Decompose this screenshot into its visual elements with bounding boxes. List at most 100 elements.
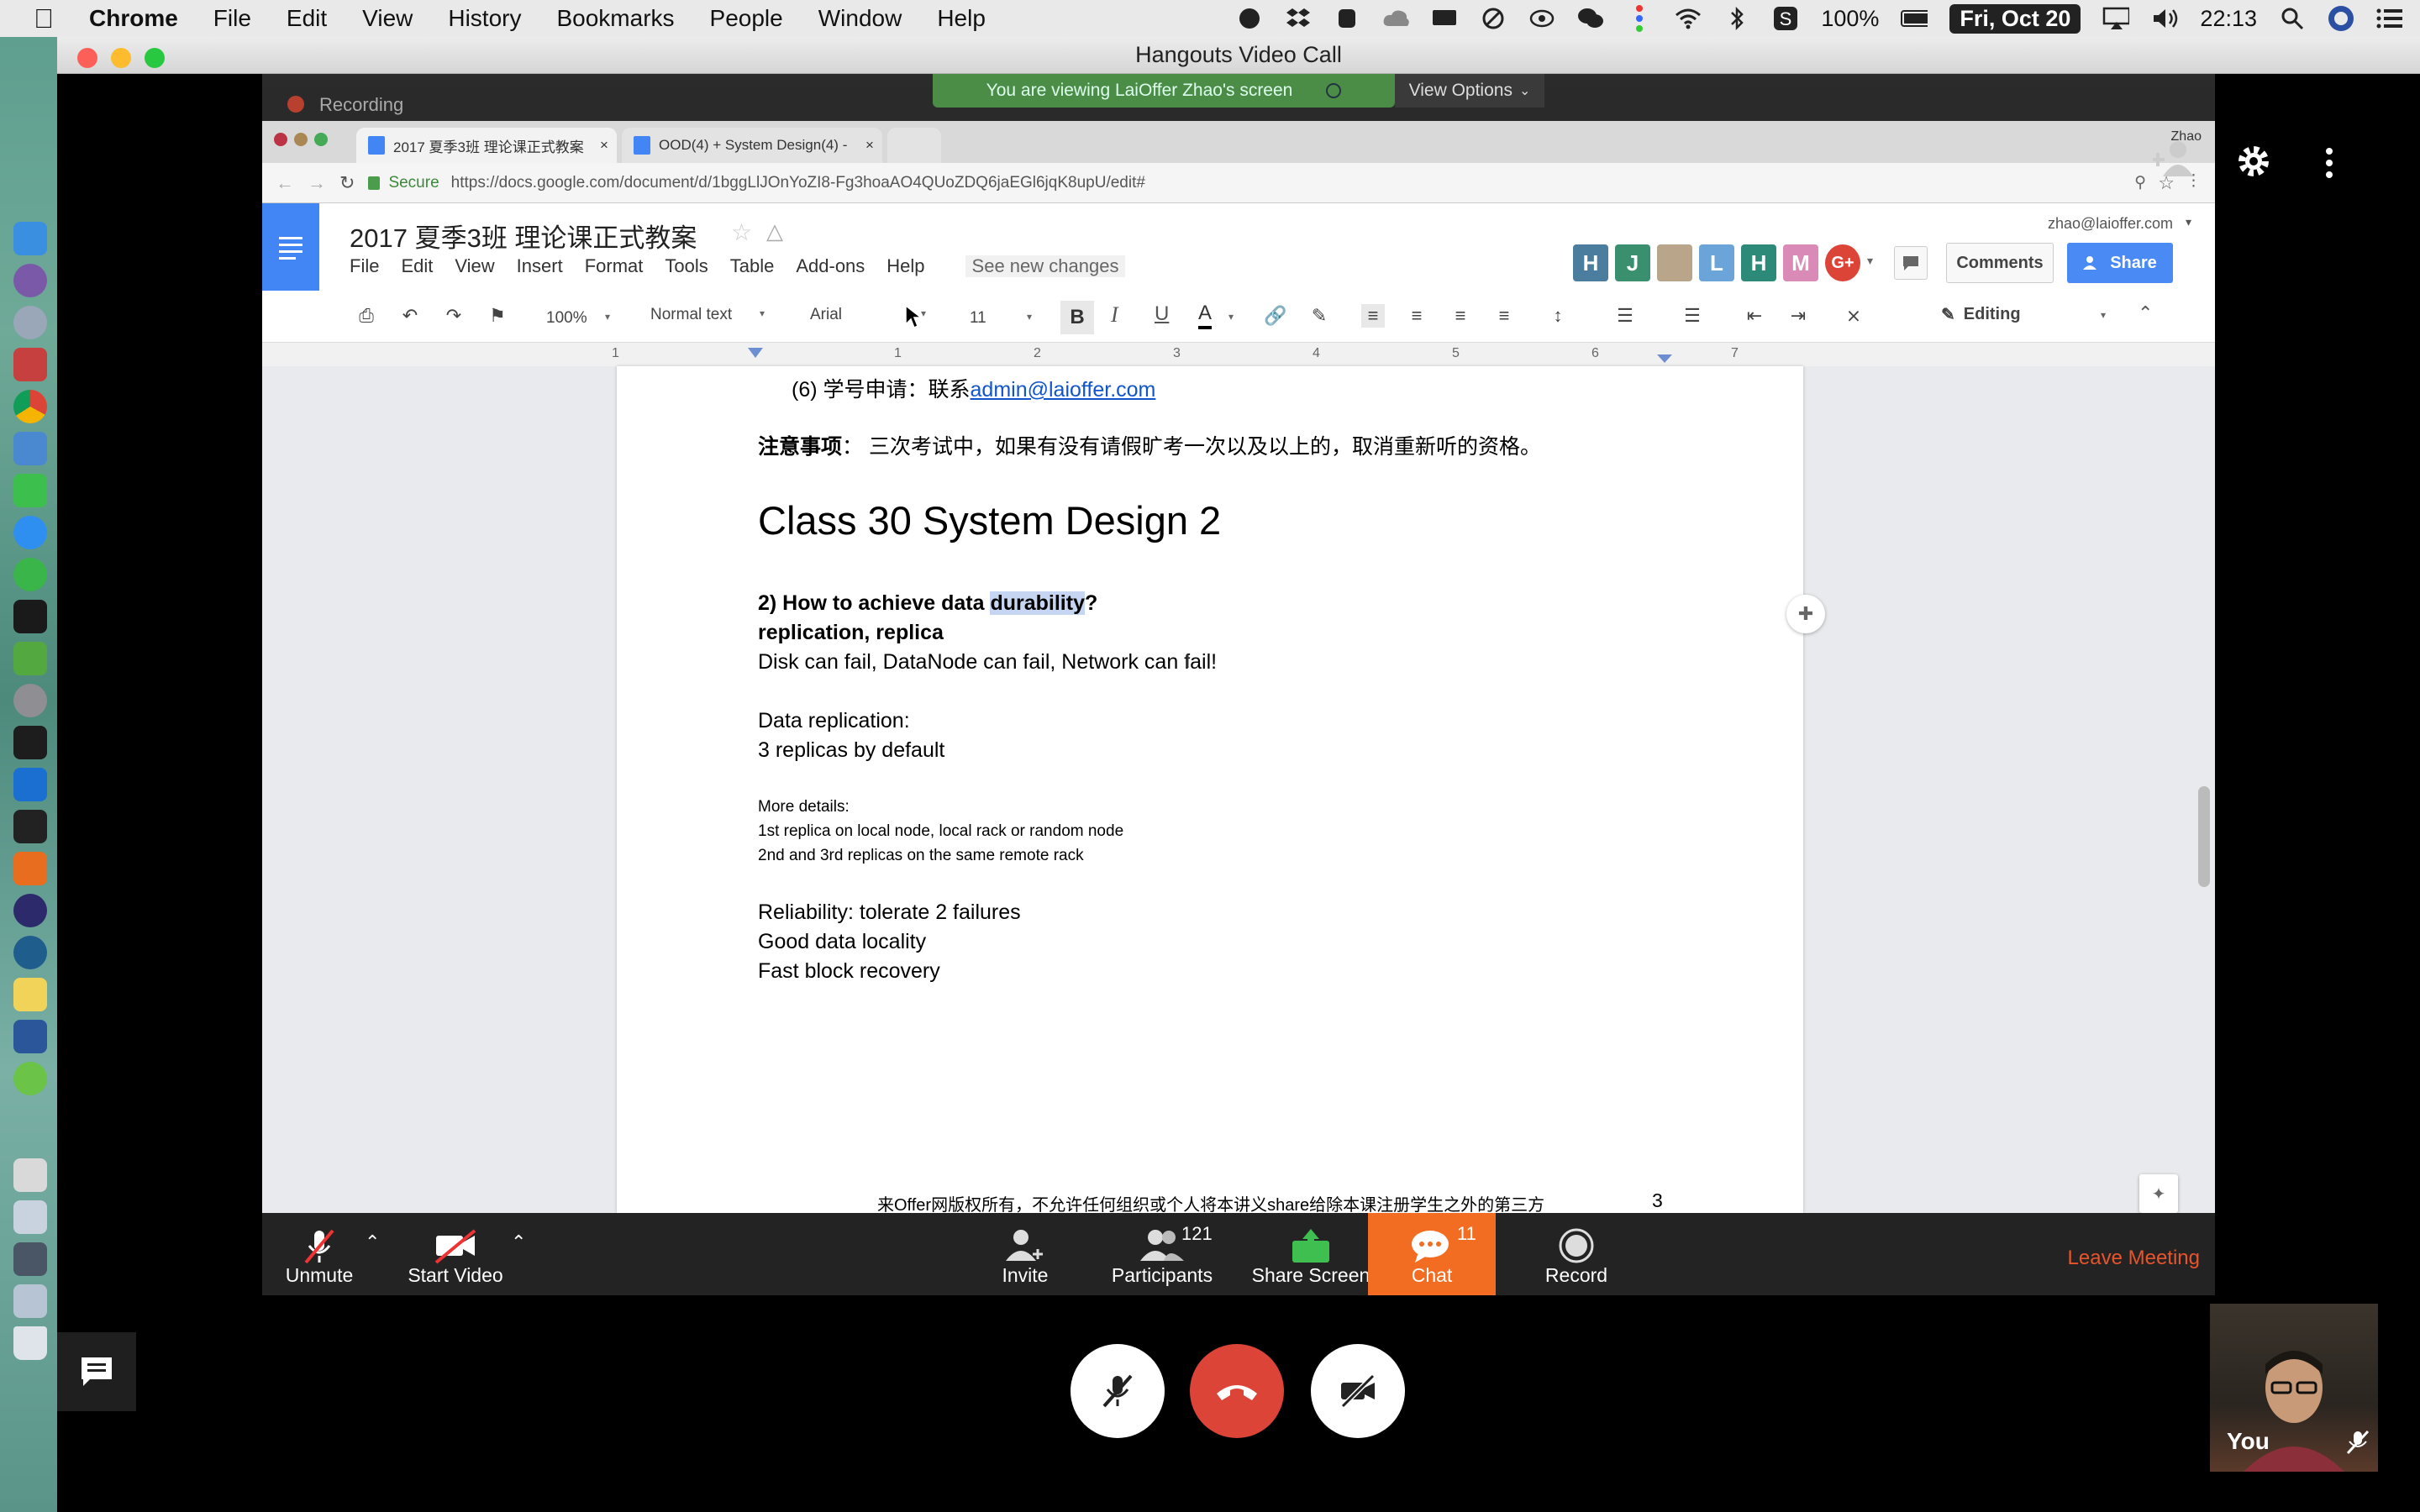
- stickies-dock-icon[interactable]: [13, 978, 47, 1011]
- launchpad-dock-icon[interactable]: [13, 306, 47, 339]
- notification-center-icon[interactable]: [2376, 5, 2403, 32]
- bluetooth-icon[interactable]: [1723, 5, 1750, 32]
- more-options-icon[interactable]: [2323, 146, 2336, 180]
- dropbox-icon[interactable]: [1285, 5, 1312, 32]
- align-right-icon[interactable]: ≡: [1449, 304, 1472, 328]
- close-dot-icon[interactable]: [274, 133, 287, 146]
- video-options-chevron-icon[interactable]: ⌃: [511, 1231, 526, 1253]
- self-view-video[interactable]: You: [2210, 1304, 2378, 1472]
- record-button[interactable]: Record: [1519, 1213, 1634, 1295]
- messages-dock-icon[interactable]: [13, 516, 47, 549]
- see-new-changes-link[interactable]: See new changes: [965, 255, 1126, 277]
- audio-options-chevron-icon[interactable]: ⌃: [365, 1231, 380, 1253]
- add-comment-float-button[interactable]: ✚: [1786, 595, 1825, 633]
- menu-view[interactable]: View: [362, 5, 413, 32]
- underline-icon[interactable]: U: [1155, 302, 1169, 326]
- view-options-button[interactable]: View Options ⌄: [1395, 74, 1544, 108]
- hangouts-camera-button[interactable]: [1311, 1344, 1405, 1438]
- collapse-toolbar-icon[interactable]: ⌃: [2138, 302, 2153, 324]
- webstorm-dock-icon[interactable]: [13, 768, 47, 801]
- pycharm-dock-icon[interactable]: [13, 726, 47, 759]
- menu-bookmarks[interactable]: Bookmarks: [556, 5, 674, 32]
- doc-scrollbar[interactable]: [2198, 786, 2210, 887]
- docs-menu-help[interactable]: Help: [886, 255, 924, 277]
- terminal-dock-icon[interactable]: [13, 600, 47, 633]
- minimize-dot-icon[interactable]: [294, 133, 308, 146]
- italic-icon[interactable]: I: [1111, 302, 1118, 328]
- account-email[interactable]: zhao@laioffer.com: [2048, 215, 2173, 233]
- settings-gear-icon[interactable]: [2235, 143, 2272, 180]
- s-app-icon[interactable]: S: [1772, 5, 1799, 32]
- collaborator-avatar-h2[interactable]: H: [1741, 244, 1776, 281]
- document-dock-icon[interactable]: [13, 1158, 47, 1192]
- siri-dock-icon[interactable]: [13, 264, 47, 297]
- docs-home-button[interactable]: [262, 203, 319, 291]
- user-profile-icon[interactable]: [2328, 5, 2354, 32]
- undo-icon[interactable]: ↶: [398, 304, 422, 328]
- paint-format-icon[interactable]: ⚑: [486, 304, 509, 328]
- docs-menu-tools[interactable]: Tools: [665, 255, 708, 277]
- comments-button[interactable]: Comments: [1946, 243, 2054, 283]
- intellij-dock-icon[interactable]: [13, 810, 47, 843]
- back-arrow-icon[interactable]: ←: [276, 172, 294, 194]
- indent-marker-icon[interactable]: [748, 348, 763, 358]
- menu-file[interactable]: File: [213, 5, 251, 32]
- start-video-button[interactable]: Start Video: [388, 1213, 523, 1295]
- trash-dock-icon[interactable]: [13, 1326, 47, 1360]
- wechat-icon[interactable]: [1577, 5, 1604, 32]
- mode-dropdown-icon[interactable]: ▾: [2101, 309, 2106, 321]
- more-collaborators-dropdown-icon[interactable]: ▾: [1867, 254, 1873, 268]
- chat-button[interactable]: Chat: [1368, 1213, 1496, 1295]
- sublime-dock-icon[interactable]: [13, 852, 47, 885]
- font-size-dropdown-icon[interactable]: ▾: [1027, 311, 1032, 323]
- bulleted-list-icon[interactable]: ☰: [1681, 304, 1704, 328]
- wechat-dock-icon[interactable]: [13, 1062, 47, 1095]
- maximize-dot-icon[interactable]: [314, 133, 328, 146]
- add-person-icon[interactable]: [2153, 138, 2195, 176]
- account-dropdown-icon[interactable]: ▾: [2186, 215, 2191, 229]
- editing-mode-select[interactable]: ✎ Editing: [1941, 304, 2021, 325]
- zoom-lens-icon[interactable]: ⚲: [2134, 173, 2146, 192]
- style-dropdown-icon[interactable]: ▾: [760, 307, 765, 319]
- volume-icon[interactable]: [2151, 5, 2178, 32]
- battery-icon[interactable]: [1901, 5, 1928, 32]
- bold-icon[interactable]: B: [1060, 301, 1094, 334]
- wifi-icon[interactable]: [1675, 5, 1702, 32]
- star-icon[interactable]: ☆: [731, 218, 752, 246]
- menu-edit[interactable]: Edit: [287, 5, 327, 32]
- collaborator-avatar-m[interactable]: M: [1783, 244, 1818, 281]
- collaborator-avatar-photo[interactable]: [1657, 244, 1692, 281]
- right-indent-marker-icon[interactable]: [1657, 354, 1672, 363]
- sourcetree-dock-icon[interactable]: [13, 936, 47, 969]
- increase-indent-icon[interactable]: ⇥: [1786, 304, 1810, 328]
- menu-app-chrome[interactable]: Chrome: [89, 5, 178, 32]
- hangouts-chat-button[interactable]: [57, 1332, 136, 1411]
- tab-close-icon[interactable]: ×: [600, 137, 608, 154]
- menu-history[interactable]: History: [448, 5, 521, 32]
- zoom-select[interactable]: 100%: [546, 309, 587, 328]
- hangouts-hangup-button[interactable]: [1190, 1344, 1284, 1438]
- clock-time[interactable]: 22:13: [2200, 6, 2257, 32]
- collaborator-avatar-gplus[interactable]: G+: [1825, 244, 1860, 281]
- eclipse-dock-icon[interactable]: [13, 894, 47, 927]
- docs-menu-addons[interactable]: Add-ons: [796, 255, 865, 277]
- docs-menu-file[interactable]: File: [350, 255, 379, 277]
- decrease-indent-icon[interactable]: ⇤: [1743, 304, 1766, 328]
- docs-menu-edit[interactable]: Edit: [401, 255, 433, 277]
- share-button[interactable]: Share: [2067, 243, 2173, 283]
- evernote-dock-icon[interactable]: [13, 642, 47, 675]
- document-page[interactable]: [617, 366, 1803, 1213]
- zoom-dropdown-icon[interactable]: ▾: [605, 311, 610, 323]
- invite-button[interactable]: Invite: [975, 1213, 1076, 1295]
- dots-status-icon[interactable]: [1626, 5, 1653, 32]
- hangouts-mute-button[interactable]: [1071, 1344, 1165, 1438]
- docs-menu-view[interactable]: View: [455, 255, 494, 277]
- evernote-icon[interactable]: [1334, 5, 1360, 32]
- menu-help[interactable]: Help: [937, 5, 986, 32]
- spotlight-search-icon[interactable]: [2279, 5, 2306, 32]
- docs-menu-format[interactable]: Format: [585, 255, 644, 277]
- text-color-dropdown-icon[interactable]: ▾: [1228, 311, 1234, 323]
- hangouts-dock-icon[interactable]: [13, 558, 47, 591]
- line-spacing-icon[interactable]: ↕: [1546, 304, 1570, 328]
- clear-formatting-icon[interactable]: ⨯: [1842, 304, 1865, 328]
